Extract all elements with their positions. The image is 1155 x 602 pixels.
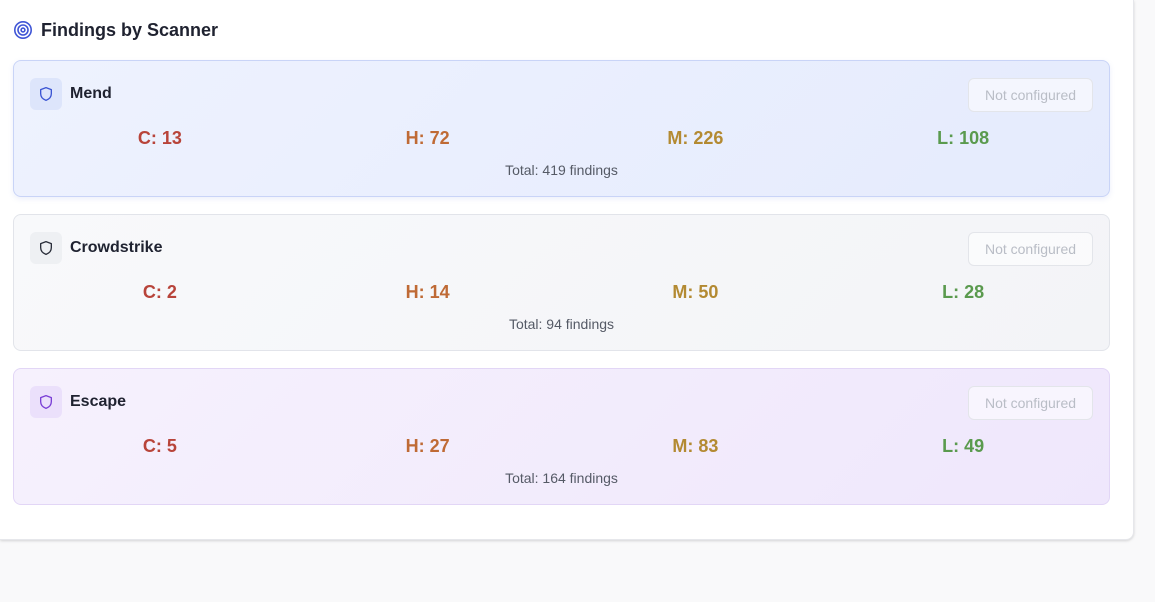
medium-count: M: 226 <box>667 128 724 148</box>
high-count: H: 72 <box>405 128 450 148</box>
medium-count: M: 50 <box>672 282 719 302</box>
shield-icon <box>30 78 62 110</box>
low-count: L: 108 <box>937 128 990 148</box>
scanner-name: Escape <box>70 393 127 410</box>
low-count: L: 49 <box>942 436 985 456</box>
severity-counts: C: 2 H: 14 M: 50 L: 28 <box>26 282 1097 303</box>
shield-icon <box>30 232 62 264</box>
critical-count: C: 5 <box>142 436 177 456</box>
total-findings: Total: 94 findings <box>508 316 615 332</box>
total-findings: Total: 164 findings <box>505 470 618 486</box>
not-configured-button[interactable]: Not configured <box>968 78 1093 112</box>
critical-count: C: 2 <box>142 282 177 302</box>
scanner-header: Mend <box>30 78 112 110</box>
section-header: Findings by Scanner <box>13 18 218 42</box>
target-icon <box>13 20 33 40</box>
low-count: L: 28 <box>942 282 985 302</box>
severity-counts: C: 5 H: 27 M: 83 L: 49 <box>26 436 1097 457</box>
scanner-name: Mend <box>70 85 112 102</box>
critical-count: C: 13 <box>137 128 182 148</box>
scanner-name: Crowdstrike <box>70 239 163 256</box>
scanner-card-escape: Escape Not configured C: 5 H: 27 M: 83 L… <box>13 368 1110 505</box>
scanner-header: Crowdstrike <box>30 232 162 264</box>
findings-panel: Findings by Scanner Mend Not configured … <box>0 0 1134 540</box>
shield-icon <box>30 386 62 418</box>
not-configured-button[interactable]: Not configured <box>968 232 1093 266</box>
severity-counts: C: 13 H: 72 M: 226 L: 108 <box>26 128 1097 149</box>
not-configured-button[interactable]: Not configured <box>968 386 1093 420</box>
scanner-card-crowdstrike: Crowdstrike Not configured C: 2 H: 14 M:… <box>13 214 1110 351</box>
total-findings: Total: 419 findings <box>505 162 618 178</box>
scanner-card-mend: Mend Not configured C: 13 H: 72 M: 226 L… <box>13 60 1110 197</box>
high-count: H: 27 <box>405 436 450 456</box>
high-count: H: 14 <box>405 282 450 302</box>
section-title: Findings by Scanner <box>41 19 219 40</box>
scanner-header: Escape <box>30 386 126 418</box>
medium-count: M: 83 <box>672 436 719 456</box>
